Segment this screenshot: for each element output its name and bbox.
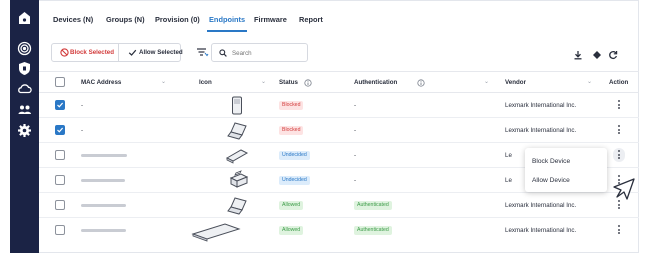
row-checkbox[interactable] [55,225,65,235]
tab-endpoints[interactable]: Endpoints [209,15,245,24]
block-selected-label: Block Selected [70,49,115,56]
tab-bar: Devices (N) Groups (N) Provision (0) End… [39,1,639,35]
table-header: MAC Address ⌄ Icon ⌄ Status ⌄ Authentica… [39,71,639,93]
sort-chevron-icon[interactable]: ⌄ [261,78,266,85]
status-badge: Blocked [279,126,304,135]
action-column-header: Action [609,79,629,86]
authentication-value: - [354,177,357,184]
printer-icon [229,170,249,188]
vendor-name: Le [505,152,512,159]
row-actions-button[interactable] [613,148,625,162]
vendor-name: Lexmark International Inc. [505,227,577,234]
search-input[interactable] [232,47,304,59]
authentication-value: - [354,152,357,159]
vendor-column-header[interactable]: Vendor [505,79,526,86]
status-badge: Blocked [279,101,304,110]
sidebar [10,0,39,253]
row-actions-button[interactable] [617,125,621,136]
row-checkbox[interactable] [55,125,65,135]
shield-icon[interactable] [16,60,33,77]
sort-chevron-icon[interactable]: ⌄ [484,78,489,85]
table-row[interactable]: - Blocked - Lexmark International Inc. [39,93,639,118]
endpoints-panel: Devices (N) Groups (N) Provision (0) End… [39,0,639,253]
row-context-menu: Block Device Allow Device [525,148,607,192]
authentication-value: - [354,102,357,109]
status-badge: Undecided [279,151,310,160]
tab-groups[interactable]: Groups (N) [106,15,145,24]
row-checkbox[interactable] [55,100,65,110]
laptop-icon [227,197,247,215]
refresh-icon [609,51,618,60]
allow-selected-button[interactable]: Allow Selected [120,44,183,61]
settings-gear-icon[interactable] [16,122,33,139]
mac-address: - [81,127,84,134]
authentication-badge: Authenticated [354,201,392,210]
filter-icon [197,48,209,57]
filter-button[interactable] [195,45,209,59]
users-icon[interactable] [16,101,33,118]
tab-report[interactable]: Report [299,15,323,24]
row-actions-button[interactable] [617,225,621,236]
refresh-button[interactable] [608,47,618,60]
table-row[interactable]: - Blocked - Lexmark International Inc. [39,118,639,143]
allow-selected-label: Allow Selected [139,49,183,56]
download-icon [574,51,582,60]
info-icon[interactable] [417,79,425,87]
table-row[interactable]: Allowed Authenticated Lexmark Internatio… [39,218,639,243]
tab-firmware[interactable]: Firmware [254,15,287,24]
mac-address-redacted [81,229,126,232]
search-icon [219,49,227,57]
vendor-name: Lexmark International Inc. [505,202,577,209]
block-selected-button[interactable]: Block Selected [52,44,119,61]
status-badge: Allowed [279,201,304,210]
status-badge: Undecided [279,176,310,185]
row-checkbox[interactable] [55,200,65,210]
block-icon [60,48,69,57]
mac-address-redacted [81,154,127,157]
sort-chevron-icon[interactable]: ⌄ [161,78,166,85]
vendor-name: Lexmark International Inc. [505,102,577,109]
authentication-column-header[interactable]: Authentication [354,79,397,86]
diamond-settings-icon [593,51,601,59]
wifi-icon[interactable] [16,40,33,57]
mac-address: - [81,102,84,109]
icon-column-header[interactable]: Icon [199,79,212,86]
mac-address-redacted [81,204,126,207]
info-icon[interactable] [304,79,312,87]
table-row[interactable]: Allowed Authenticated Lexmark Internatio… [39,193,639,218]
authentication-badge: Authenticated [354,226,392,235]
vendor-name: Lexmark International Inc. [505,127,577,134]
scanner-icon [225,149,249,164]
block-device-menu-item[interactable]: Block Device [532,158,570,165]
active-tab-indicator [207,30,247,32]
mac-column-header[interactable]: MAC Address [81,79,121,86]
tab-devices[interactable]: Devices (N) [53,15,93,24]
row-actions-button[interactable] [617,100,621,111]
row-checkbox[interactable] [55,175,65,185]
home-icon[interactable] [16,10,33,27]
printer-tall-icon [232,96,242,115]
allow-device-menu-item[interactable]: Allow Device [532,177,570,184]
mac-address-redacted [81,179,125,182]
sort-chevron-icon[interactable]: ⌄ [587,78,592,85]
row-checkbox[interactable] [55,150,65,160]
tab-provision[interactable]: Provision (0) [155,15,200,24]
bulk-action-group: Block Selected Allow Selected [51,43,183,62]
mouse-pointer-icon [613,178,635,200]
cloud-icon[interactable] [16,80,33,97]
laptop-icon [227,122,247,140]
authentication-value: - [354,127,357,134]
flat-device-icon [191,223,241,242]
check-icon [128,49,137,56]
status-column-header[interactable]: Status [279,79,298,86]
select-all-checkbox[interactable] [55,77,65,87]
column-settings-button[interactable] [592,47,602,59]
vendor-name: Le [505,177,512,184]
search-box [211,43,308,62]
download-button[interactable] [573,47,583,60]
status-badge: Allowed [279,226,304,235]
